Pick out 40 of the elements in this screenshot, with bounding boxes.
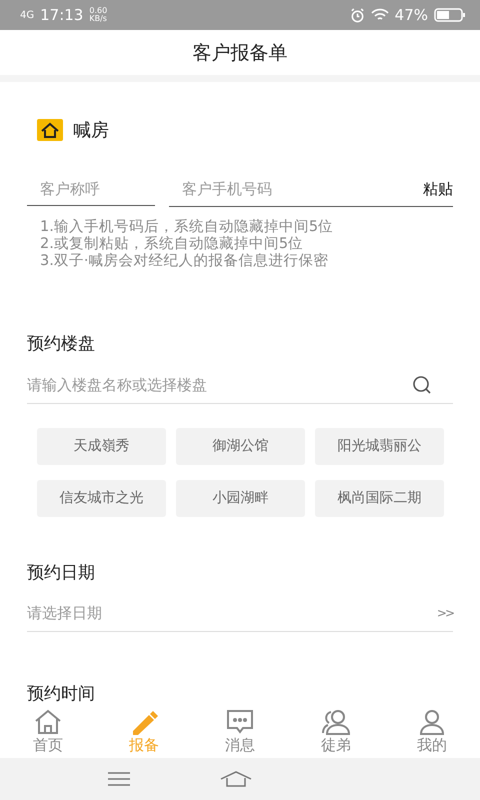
speed-value: 0.60 xyxy=(89,7,108,15)
section-heading: 预约楼盘 xyxy=(27,333,96,355)
nav-tab[interactable]: 我的 xyxy=(384,705,480,758)
wifi-icon xyxy=(370,8,389,22)
page-title: 客户报备单 xyxy=(192,40,288,66)
hint-text: 1.输入手机号码后，系统自动隐藏掉中间5位 xyxy=(39,219,334,236)
alarm-icon xyxy=(350,8,365,22)
nav-tab[interactable]: 徒弟 xyxy=(288,705,384,758)
nav-tab[interactable]: 消息 xyxy=(192,705,288,758)
hint-text: 2.或复制粘贴，系统自动隐藏掉中间5位 xyxy=(39,236,304,252)
home-icon[interactable] xyxy=(220,771,252,787)
section-heading: 预约时间 xyxy=(27,683,96,705)
menu-icon[interactable] xyxy=(108,772,130,786)
property-chip[interactable]: 阳光城翡丽公 xyxy=(315,428,444,464)
property-chip[interactable]: 御湖公馆 xyxy=(176,428,305,464)
property-search-field[interactable]: 请输入楼盘名称或选择楼盘 xyxy=(27,376,411,394)
network-label: 4G xyxy=(20,10,34,20)
users-icon xyxy=(321,708,351,734)
speed-unit: KB/s xyxy=(89,15,108,23)
property-chip[interactable]: 枫尚国际二期 xyxy=(315,480,444,516)
section-heading: 预约日期 xyxy=(27,562,96,584)
property-chip[interactable]: 天成嶺秀 xyxy=(37,428,166,464)
date-picker-field[interactable]: 请选择日期 xyxy=(27,604,437,622)
customer-name-field[interactable]: 客户称呼 xyxy=(27,172,155,206)
message-icon xyxy=(225,708,255,734)
hint-text: 3.双子·喊房会对经纪人的报备信息进行保密 xyxy=(39,253,330,270)
brand-name: 喊房 xyxy=(73,119,109,142)
chevron-label: >> xyxy=(436,606,453,620)
house-logo-icon xyxy=(37,119,63,141)
nav-tab[interactable]: 首页 xyxy=(0,705,96,758)
battery-icon xyxy=(434,8,466,22)
paste-button[interactable]: 粘贴 xyxy=(423,180,453,198)
home-icon xyxy=(33,708,63,734)
user-icon xyxy=(417,708,447,734)
search-icon xyxy=(411,376,431,394)
property-chip[interactable]: 信友城市之光 xyxy=(37,480,166,516)
status-time: 17:13 xyxy=(40,6,84,24)
phone-field[interactable]: 客户手机号码 xyxy=(169,179,423,199)
property-chip[interactable]: 小园湖畔 xyxy=(176,480,305,516)
battery-percent: 47% xyxy=(394,6,428,24)
